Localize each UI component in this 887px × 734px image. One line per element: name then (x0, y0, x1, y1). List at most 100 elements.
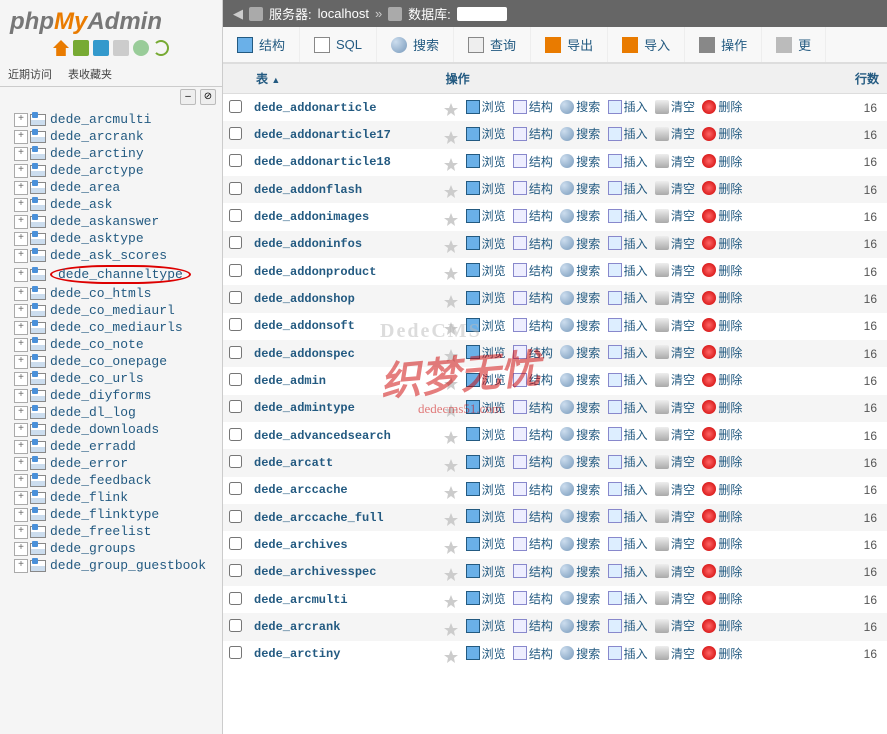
structure-link[interactable]: 结构 (513, 235, 553, 252)
favorite-icon[interactable] (444, 431, 458, 445)
structure-link[interactable]: 结构 (513, 399, 553, 416)
search-link[interactable]: 搜索 (560, 590, 600, 607)
insert-link[interactable]: 插入 (608, 481, 648, 498)
browse-link[interactable]: 浏览 (466, 426, 506, 443)
expand-icon[interactable]: + (14, 147, 28, 161)
browse-link[interactable]: 浏览 (466, 344, 506, 361)
expand-icon[interactable]: + (14, 249, 28, 263)
insert-link[interactable]: 插入 (608, 453, 648, 470)
drop-link[interactable]: 删除 (702, 535, 742, 552)
structure-link[interactable]: 结构 (513, 426, 553, 443)
search-link[interactable]: 搜索 (560, 426, 600, 443)
drop-link[interactable]: 删除 (702, 180, 742, 197)
empty-link[interactable]: 清空 (655, 180, 695, 197)
structure-link[interactable]: 结构 (513, 262, 553, 279)
drop-link[interactable]: 删除 (702, 344, 742, 361)
tree-item-label[interactable]: dede_freelist (50, 524, 151, 539)
search-link[interactable]: 搜索 (560, 235, 600, 252)
tree-item-label[interactable]: dede_diyforms (50, 388, 151, 403)
tree-item[interactable]: +dede_error (0, 455, 222, 472)
browse-link[interactable]: 浏览 (466, 125, 506, 142)
favorite-icon[interactable] (444, 158, 458, 172)
structure-link[interactable]: 结构 (513, 508, 553, 525)
table-name-link[interactable]: dede_advancedsearch (254, 429, 391, 443)
tree-item-label[interactable]: dede_ask (50, 197, 112, 212)
db-name-redacted[interactable] (457, 7, 507, 21)
expand-icon[interactable]: + (14, 474, 28, 488)
table-name-link[interactable]: dede_addonarticle (254, 101, 376, 115)
structure-link[interactable]: 结构 (513, 207, 553, 224)
server-value[interactable]: localhost (318, 6, 369, 21)
favorite-icon[interactable] (444, 404, 458, 418)
row-checkbox[interactable] (229, 291, 242, 304)
drop-link[interactable]: 删除 (702, 98, 742, 115)
tree-item-label[interactable]: dede_co_note (50, 337, 144, 352)
docs-icon[interactable] (113, 40, 129, 56)
tree-item-label[interactable]: dede_flinktype (50, 507, 159, 522)
tree-item-label[interactable]: dede_arctype (50, 163, 144, 178)
browse-link[interactable]: 浏览 (466, 98, 506, 115)
structure-link[interactable]: 结构 (513, 563, 553, 580)
browse-link[interactable]: 浏览 (466, 508, 506, 525)
row-checkbox[interactable] (229, 482, 242, 495)
drop-link[interactable]: 删除 (702, 207, 742, 224)
empty-link[interactable]: 清空 (655, 153, 695, 170)
table-name-link[interactable]: dede_archivesspec (254, 565, 376, 579)
row-checkbox[interactable] (229, 236, 242, 249)
tree-item[interactable]: +dede_co_mediaurl (0, 302, 222, 319)
table-name-link[interactable]: dede_arcmulti (254, 593, 348, 607)
table-name-link[interactable]: dede_arctiny (254, 647, 340, 661)
col-table[interactable]: 表 ▲ (248, 64, 438, 94)
insert-link[interactable]: 插入 (608, 535, 648, 552)
empty-link[interactable]: 清空 (655, 617, 695, 634)
expand-icon[interactable]: + (14, 423, 28, 437)
tree-item-label[interactable]: dede_flink (50, 490, 128, 505)
tree-item[interactable]: +dede_arcrank (0, 128, 222, 145)
table-name-link[interactable]: dede_arcrank (254, 620, 340, 634)
browse-link[interactable]: 浏览 (466, 535, 506, 552)
tree-item[interactable]: +dede_flink (0, 489, 222, 506)
browse-link[interactable]: 浏览 (466, 453, 506, 470)
expand-icon[interactable]: + (14, 525, 28, 539)
tree-item-label[interactable]: dede_group_guestbook (50, 558, 206, 573)
insert-link[interactable]: 插入 (608, 153, 648, 170)
expand-icon[interactable]: + (14, 457, 28, 471)
drop-link[interactable]: 删除 (702, 426, 742, 443)
insert-link[interactable]: 插入 (608, 426, 648, 443)
search-link[interactable]: 搜索 (560, 344, 600, 361)
expand-icon[interactable]: + (14, 389, 28, 403)
favorite-icon[interactable] (444, 185, 458, 199)
insert-link[interactable]: 插入 (608, 235, 648, 252)
search-link[interactable]: 搜索 (560, 617, 600, 634)
insert-link[interactable]: 插入 (608, 590, 648, 607)
collapse-left-icon[interactable]: ◀ (233, 6, 243, 22)
favorite-icon[interactable] (444, 650, 458, 664)
expand-icon[interactable]: + (14, 338, 28, 352)
tree-item[interactable]: +dede_downloads (0, 421, 222, 438)
search-link[interactable]: 搜索 (560, 563, 600, 580)
drop-link[interactable]: 删除 (702, 481, 742, 498)
table-name-link[interactable]: dede_addonarticle17 (254, 128, 391, 142)
tree-item[interactable]: +dede_arctype (0, 162, 222, 179)
col-rows[interactable]: 行数 (836, 64, 887, 94)
settings-icon[interactable] (133, 40, 149, 56)
row-checkbox[interactable] (229, 373, 242, 386)
drop-link[interactable]: 删除 (702, 399, 742, 416)
expand-icon[interactable]: + (14, 181, 28, 195)
expand-icon[interactable]: + (14, 440, 28, 454)
structure-link[interactable]: 结构 (513, 453, 553, 470)
table-name-link[interactable]: dede_archives (254, 538, 348, 552)
tree-item-label[interactable]: dede_erradd (50, 439, 136, 454)
empty-link[interactable]: 清空 (655, 125, 695, 142)
tree-item-label[interactable]: dede_arcrank (50, 129, 144, 144)
expand-icon[interactable]: + (14, 232, 28, 246)
row-checkbox[interactable] (229, 646, 242, 659)
browse-link[interactable]: 浏览 (466, 590, 506, 607)
empty-link[interactable]: 清空 (655, 317, 695, 334)
tab-search[interactable]: 搜索 (377, 27, 454, 62)
tab-import[interactable]: 导入 (608, 27, 685, 62)
drop-link[interactable]: 删除 (702, 563, 742, 580)
tree-item-label[interactable]: dede_co_onepage (50, 354, 167, 369)
drop-link[interactable]: 删除 (702, 262, 742, 279)
tree-item-label[interactable]: dede_feedback (50, 473, 151, 488)
